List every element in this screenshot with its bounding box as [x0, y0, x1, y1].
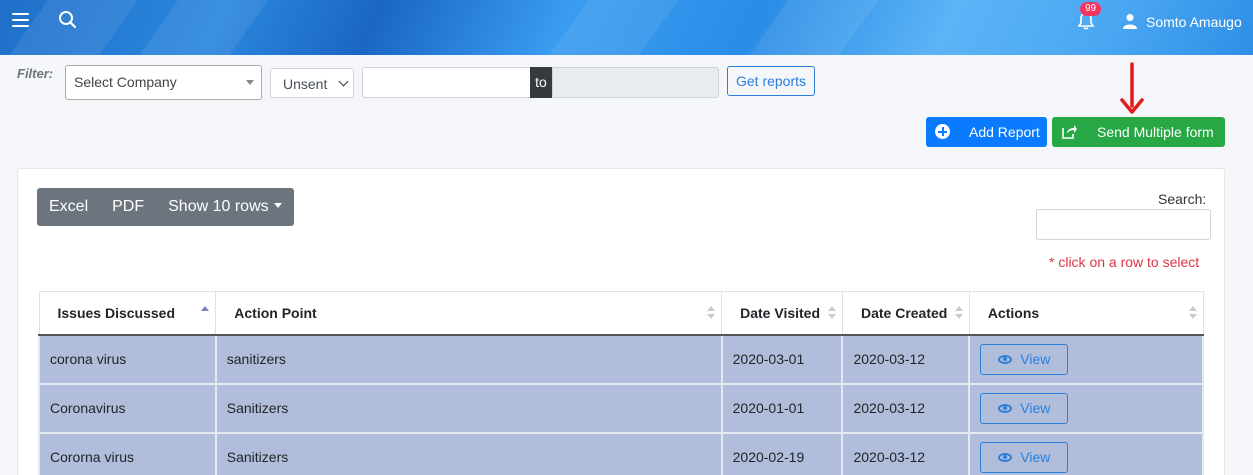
filter-label: Filter: [17, 66, 54, 81]
table-row[interactable]: Coronavirus Sanitizers 2020-01-01 2020-0… [38, 382, 1204, 434]
search-icon[interactable] [58, 10, 78, 30]
view-button[interactable]: View [980, 392, 1069, 424]
column-header-actions[interactable]: Actions [968, 291, 1204, 336]
eye-icon [998, 403, 1013, 413]
cell-actions: View [968, 431, 1204, 475]
cell-date-created: 2020-03-12 [841, 431, 971, 475]
column-header-label: Action Point [234, 304, 317, 321]
show-rows-button[interactable]: Show 10 rows [156, 188, 294, 226]
company-select[interactable]: Select Company [65, 65, 262, 100]
datatable-buttons: Excel PDF Show 10 rows [37, 188, 294, 226]
view-button[interactable]: View [980, 441, 1069, 473]
eye-icon [998, 354, 1013, 364]
column-header-issues[interactable]: Issues Discussed [38, 291, 217, 336]
view-button[interactable]: View [980, 343, 1069, 375]
red-arrow-annotation-icon [1120, 62, 1144, 114]
send-multiple-form-button[interactable]: Send Multiple form [1052, 117, 1225, 147]
table-row[interactable]: Cororna virus Sanitizers 2020-02-19 2020… [38, 431, 1204, 475]
column-header-label: Issues Discussed [57, 304, 176, 321]
cell-issue: Coronavirus [38, 382, 217, 434]
cell-date-visited: 2020-03-01 [720, 333, 844, 385]
status-select[interactable]: Unsent [270, 68, 354, 98]
get-reports-button[interactable]: Get reports [727, 66, 815, 96]
view-label: View [1020, 448, 1051, 465]
cell-actions: View [968, 333, 1204, 385]
view-label: View [1020, 350, 1051, 367]
table-header-row: Issues Discussed Action Point Date Visit… [38, 291, 1204, 336]
share-square-icon [1062, 125, 1077, 139]
cell-actions: View [968, 382, 1204, 434]
add-report-label: Add Report [969, 124, 1040, 140]
reports-table: Issues Discussed Action Point Date Visit… [38, 291, 1204, 475]
eye-icon [998, 452, 1013, 462]
cell-action-point: Sanitizers [214, 382, 723, 434]
search-label: Search: [1158, 191, 1207, 207]
add-report-button[interactable]: Add Report [926, 117, 1047, 147]
show-rows-label: Show 10 rows [168, 198, 269, 215]
pdf-button[interactable]: PDF [100, 188, 156, 226]
search-input[interactable] [1036, 209, 1211, 240]
user-icon[interactable] [1122, 13, 1138, 29]
plus-circle-icon [935, 124, 950, 139]
company-select-value: Select Company [74, 74, 177, 90]
date-to-input[interactable] [552, 67, 719, 98]
cell-date-visited: 2020-02-19 [720, 431, 844, 475]
cell-date-visited: 2020-01-01 [720, 382, 844, 434]
notification-badge: 99 [1080, 2, 1102, 16]
cell-date-created: 2020-03-12 [841, 333, 971, 385]
sort-asc-icon [201, 306, 210, 320]
caret-down-icon [246, 80, 254, 85]
date-from-input[interactable] [362, 67, 530, 98]
cell-date-created: 2020-03-12 [841, 382, 971, 434]
hamburger-menu-icon[interactable] [12, 13, 29, 27]
cell-issue: corona virus [38, 333, 217, 385]
excel-button[interactable]: Excel [37, 188, 100, 226]
cell-action-point: sanitizers [214, 333, 723, 385]
top-navbar [0, 0, 1253, 55]
send-multiple-form-label: Send Multiple form [1097, 124, 1214, 140]
cell-issue: Cororna virus [38, 431, 217, 475]
status-select-value: Unsent [283, 76, 328, 92]
caret-down-icon [273, 203, 282, 208]
sort-icon [827, 306, 836, 320]
sort-icon [707, 306, 716, 320]
view-label: View [1020, 399, 1051, 416]
column-header-date-visited[interactable]: Date Visited [721, 291, 843, 336]
sort-icon [954, 306, 963, 320]
cell-action-point: Sanitizers [214, 431, 723, 475]
select-row-hint: * click on a row to select [1049, 254, 1200, 270]
column-header-label: Date Created [860, 304, 948, 321]
table-row[interactable]: corona virus sanitizers 2020-03-01 2020-… [38, 333, 1204, 385]
column-header-date-created[interactable]: Date Created [841, 291, 970, 336]
column-header-label: Date Visited [740, 304, 821, 321]
user-name[interactable]: Somto Amaugo [1146, 14, 1242, 30]
sort-icon [1188, 306, 1197, 320]
column-header-label: Actions [987, 304, 1040, 321]
date-range-separator: to [530, 67, 552, 98]
column-header-action-point[interactable]: Action Point [215, 291, 723, 336]
chevron-down-icon [338, 76, 349, 87]
